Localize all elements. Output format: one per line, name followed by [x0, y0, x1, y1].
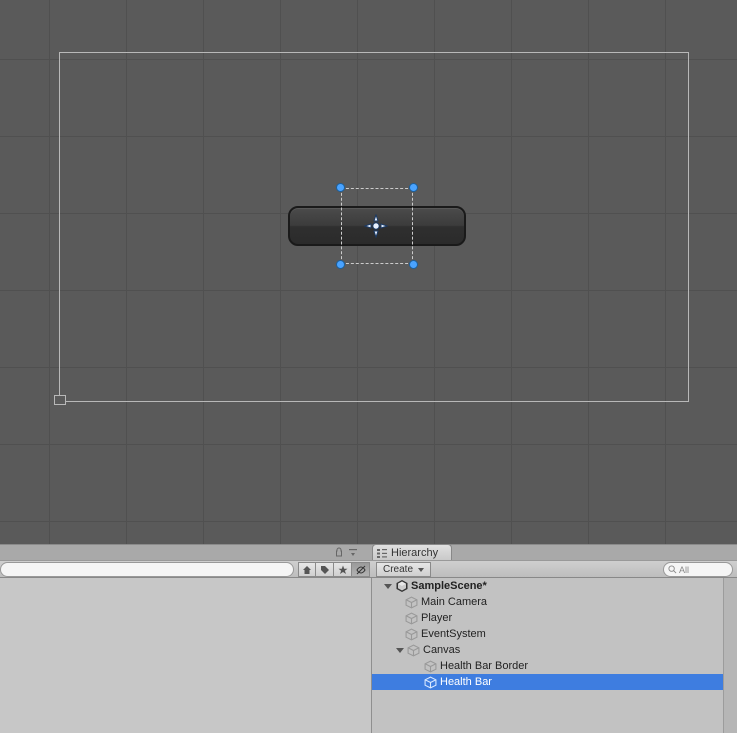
search-input-left[interactable] — [0, 562, 294, 577]
lock-icon[interactable] — [334, 547, 344, 557]
selection-dashed-rect — [341, 188, 413, 264]
scene-name-label: SampleScene* — [411, 580, 487, 592]
hierarchy-search-input[interactable]: All — [663, 562, 733, 577]
dropdown-icon[interactable] — [348, 547, 358, 557]
gameobject-icon — [405, 612, 418, 625]
filter-home-button[interactable] — [298, 562, 316, 577]
tab-hierarchy[interactable]: Hierarchy — [372, 544, 452, 561]
rect-handle-top-right[interactable] — [409, 183, 418, 192]
hierarchy-item-health-bar[interactable]: Health Bar — [372, 674, 737, 690]
hierarchy-item-label: Main Camera — [421, 596, 487, 608]
gameobject-icon — [424, 676, 437, 689]
create-button-label: Create — [383, 564, 413, 575]
hierarchy-item-player[interactable]: Player — [372, 610, 737, 626]
hierarchy-item-health-bar-border[interactable]: Health Bar Border — [372, 658, 737, 674]
gameobject-icon — [405, 628, 418, 641]
filter-hidden-button[interactable] — [352, 562, 370, 577]
hierarchy-item-eventsystem[interactable]: EventSystem — [372, 626, 737, 642]
hierarchy-toolbar: Create All — [372, 561, 737, 579]
hierarchy-tab-icon — [377, 548, 387, 558]
lower-panels: SampleScene* Main Camera Player EventSys… — [0, 578, 737, 733]
tab-hierarchy-label: Hierarchy — [391, 547, 438, 559]
gameobject-icon — [424, 660, 437, 673]
hierarchy-search-placeholder: All — [679, 565, 689, 575]
gameobject-icon — [407, 644, 420, 657]
toolbar-row: Create All — [0, 560, 737, 578]
rect-handle-top-left[interactable] — [336, 183, 345, 192]
panel-options-icons[interactable] — [334, 547, 358, 557]
unity-logo-icon — [395, 579, 409, 593]
hierarchy-scene-row[interactable]: SampleScene* — [372, 578, 737, 594]
foldout-icon[interactable] — [396, 648, 404, 653]
search-icon — [668, 565, 677, 574]
hierarchy-item-canvas[interactable]: Canvas — [372, 642, 737, 658]
hierarchy-item-label: Health Bar — [440, 676, 492, 688]
hierarchy-item-main-camera[interactable]: Main Camera — [372, 594, 737, 610]
hierarchy-item-label: EventSystem — [421, 628, 486, 640]
gameobject-icon — [405, 596, 418, 609]
rect-tool-selection[interactable] — [341, 188, 413, 264]
hierarchy-item-label: Player — [421, 612, 452, 624]
foldout-icon[interactable] — [384, 584, 392, 589]
left-panel-toolbar — [0, 561, 370, 579]
filter-tag-button[interactable] — [316, 562, 334, 577]
tab-bar: Hierarchy — [0, 544, 737, 560]
filter-star-button[interactable] — [334, 562, 352, 577]
hierarchy-panel[interactable]: SampleScene* Main Camera Player EventSys… — [372, 578, 737, 733]
hierarchy-item-label: Canvas — [423, 644, 460, 656]
hierarchy-scrollbar[interactable] — [723, 578, 737, 733]
rect-handle-bottom-left[interactable] — [336, 260, 345, 269]
filter-button-group — [298, 562, 370, 577]
canvas-corner-handle[interactable] — [54, 395, 66, 405]
create-button[interactable]: Create — [376, 562, 431, 577]
hierarchy-item-label: Health Bar Border — [440, 660, 528, 672]
left-empty-panel[interactable] — [0, 578, 372, 733]
scene-view[interactable] — [0, 0, 737, 544]
rect-handle-bottom-right[interactable] — [409, 260, 418, 269]
